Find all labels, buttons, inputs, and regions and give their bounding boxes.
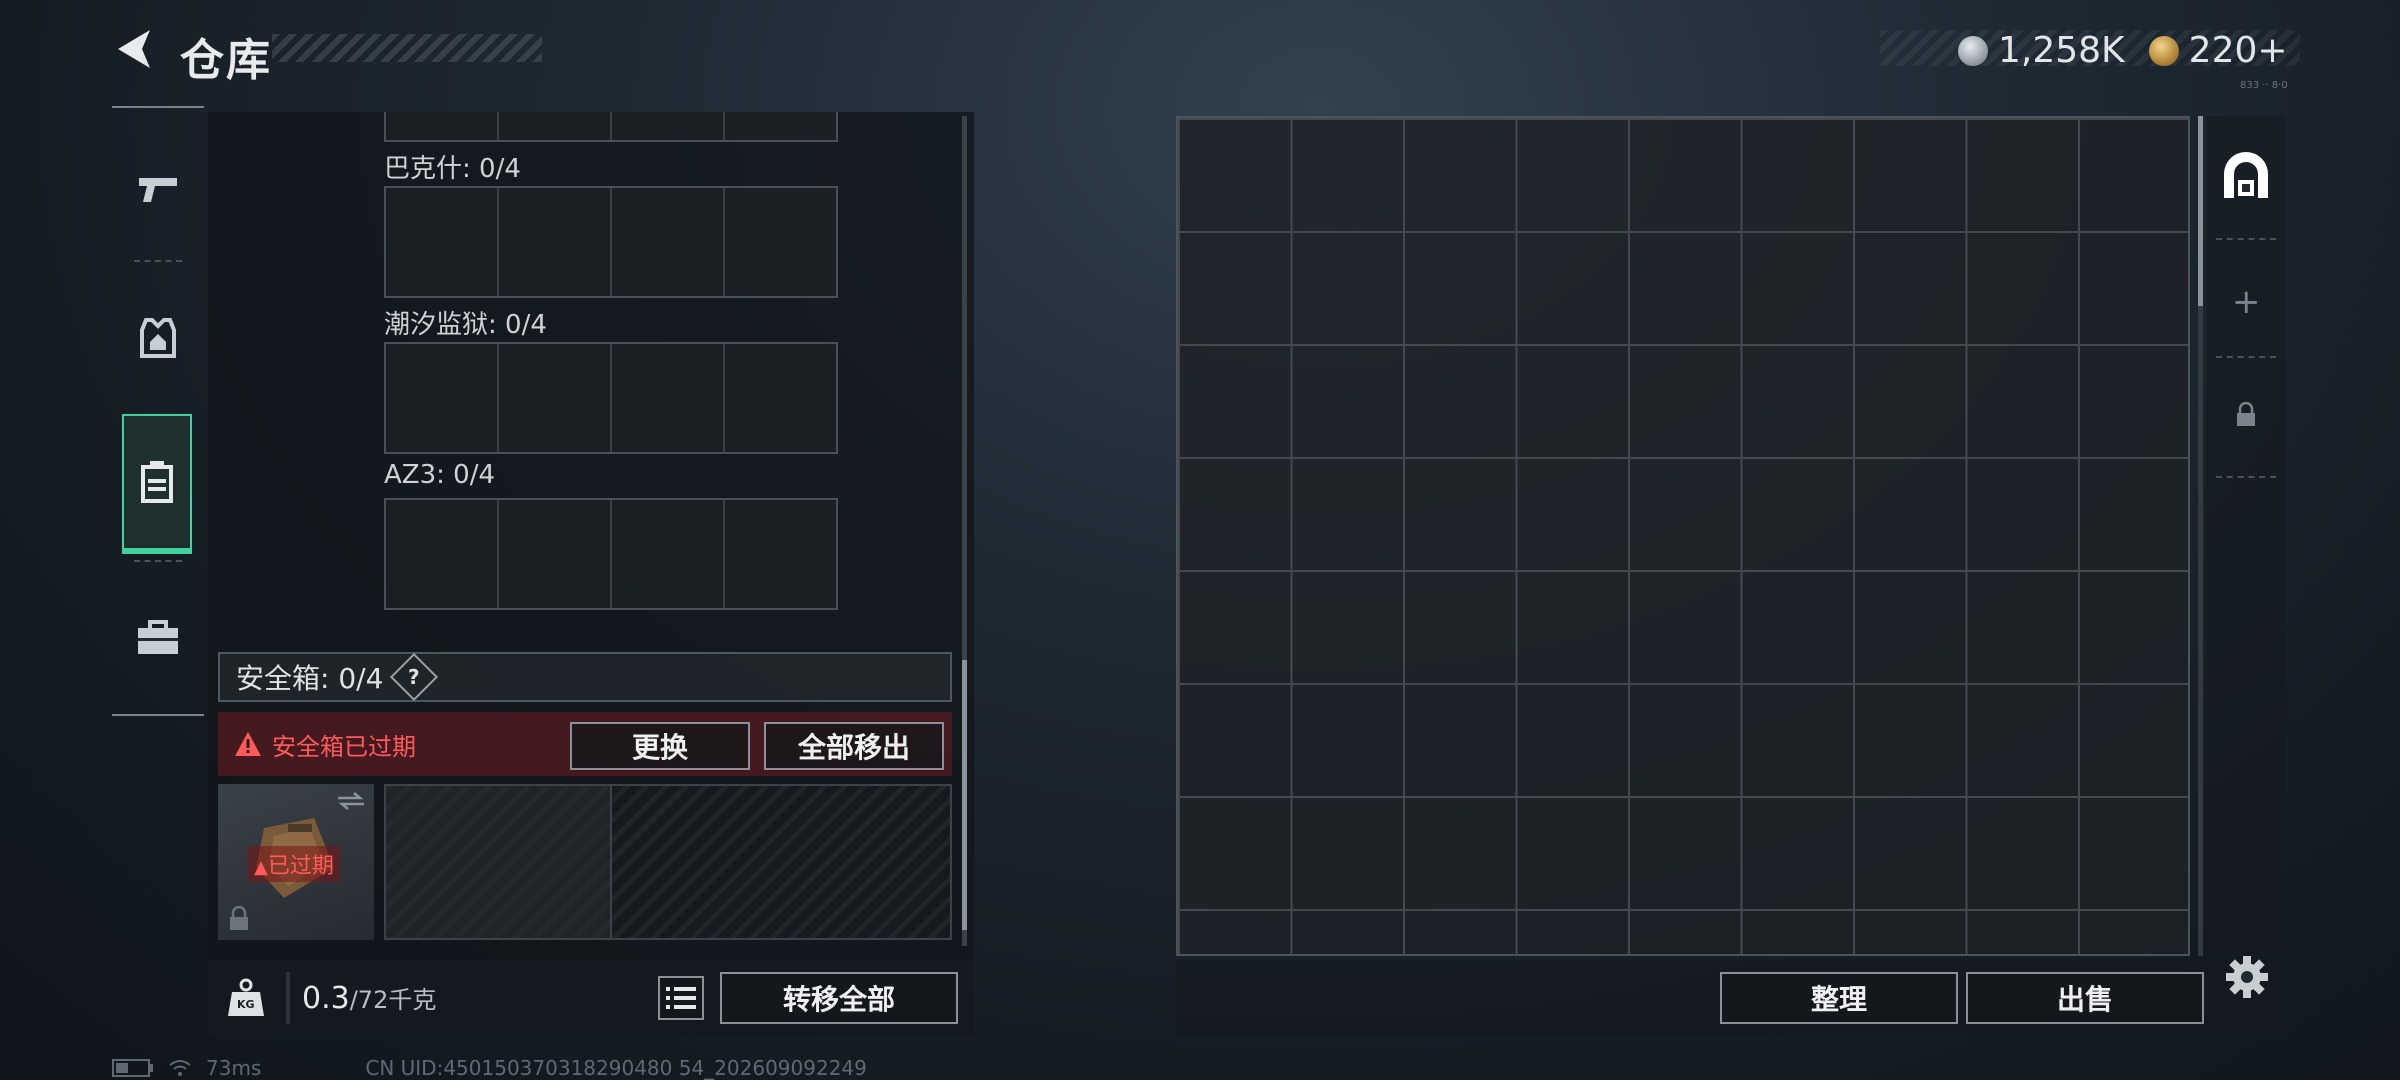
safe-box-cells[interactable] <box>384 784 952 940</box>
swap-icon[interactable] <box>336 790 366 812</box>
wifi-icon <box>169 1060 191 1076</box>
status-bar: 73ms CN UID:450150370318290480 54_202609… <box>112 1056 867 1080</box>
warehouse-tab-main[interactable] <box>2220 150 2272 206</box>
right-scrollbar-thumb[interactable] <box>2198 116 2203 306</box>
tab-backpack[interactable] <box>122 414 192 554</box>
tab-weapon[interactable] <box>112 118 204 258</box>
warehouse-icon <box>2224 152 2268 198</box>
warehouse-side-tabs: + <box>2206 116 2286 956</box>
category-tabs <box>112 106 204 716</box>
pistol-icon <box>139 178 177 202</box>
slot-label: 潮汐监狱: 0/4 <box>384 310 547 340</box>
header-small-tag: 833 ·· 8·0 <box>2240 80 2288 91</box>
silver-coin-icon <box>1958 35 1988 66</box>
sort-button[interactable]: 整理 <box>1720 972 1958 1024</box>
weight-readout: 0.3/72千克 <box>302 980 436 1016</box>
slot-grid[interactable] <box>384 342 838 454</box>
page-title: 仓库 <box>180 35 272 86</box>
move-all-out-button[interactable]: 全部移出 <box>764 722 944 770</box>
settings-gear-icon[interactable] <box>2224 954 2270 1000</box>
list-view-button[interactable] <box>658 976 704 1020</box>
replace-button[interactable]: 更换 <box>570 722 750 770</box>
warehouse-grid[interactable] <box>1176 116 2190 956</box>
uid-text: CN UID:450150370318290480 54_20260909224… <box>365 1056 867 1080</box>
tab-armor[interactable] <box>112 268 204 408</box>
safe-box-title: 安全箱: 0/4 <box>236 662 384 695</box>
list-icon <box>666 987 696 1009</box>
add-warehouse-icon[interactable]: + <box>2232 282 2261 322</box>
slot-grid-partial <box>384 112 838 142</box>
slot-label: 巴克什: 0/4 <box>384 154 521 184</box>
safe-box-item[interactable]: ▲已过期 <box>218 784 374 940</box>
slot-grid[interactable] <box>384 186 838 298</box>
currency-display: 1,258K 220+ <box>1958 30 2288 71</box>
currency-2-amount: 220+ <box>2188 30 2288 71</box>
title-decoration <box>272 34 542 62</box>
tab-toolbox[interactable] <box>112 568 204 708</box>
backpack-icon <box>141 461 173 503</box>
slot-label: AZ3: 0/4 <box>384 460 496 490</box>
warning-icon <box>235 732 261 756</box>
gold-coin-icon <box>2148 35 2179 66</box>
sell-button[interactable]: 出售 <box>1966 972 2204 1024</box>
weight-current: 0.3 <box>302 981 350 1016</box>
toolbox-icon <box>138 620 178 654</box>
weight-max: /72千克 <box>349 986 437 1014</box>
slot-grid[interactable] <box>384 498 838 610</box>
divider <box>286 972 290 1024</box>
back-arrow-icon[interactable] <box>112 26 158 72</box>
lock-icon[interactable] <box>2236 402 2256 428</box>
currency-1-amount: 1,258K <box>1998 30 2125 71</box>
weight-icon: KG <box>226 978 266 1018</box>
warning-text: 安全箱已过期 <box>272 732 416 761</box>
help-icon[interactable]: ? <box>390 652 439 702</box>
battery-icon <box>112 1059 153 1077</box>
left-scrollbar-thumb[interactable] <box>962 660 967 930</box>
ping-text: 73ms <box>206 1056 262 1080</box>
expired-tag: ▲已过期 <box>248 846 340 882</box>
transfer-all-button[interactable]: 转移全部 <box>720 972 958 1024</box>
safe-box-header: 安全箱: 0/4 ? <box>218 652 952 702</box>
armor-vest-icon <box>140 318 176 358</box>
lock-icon <box>230 906 248 930</box>
